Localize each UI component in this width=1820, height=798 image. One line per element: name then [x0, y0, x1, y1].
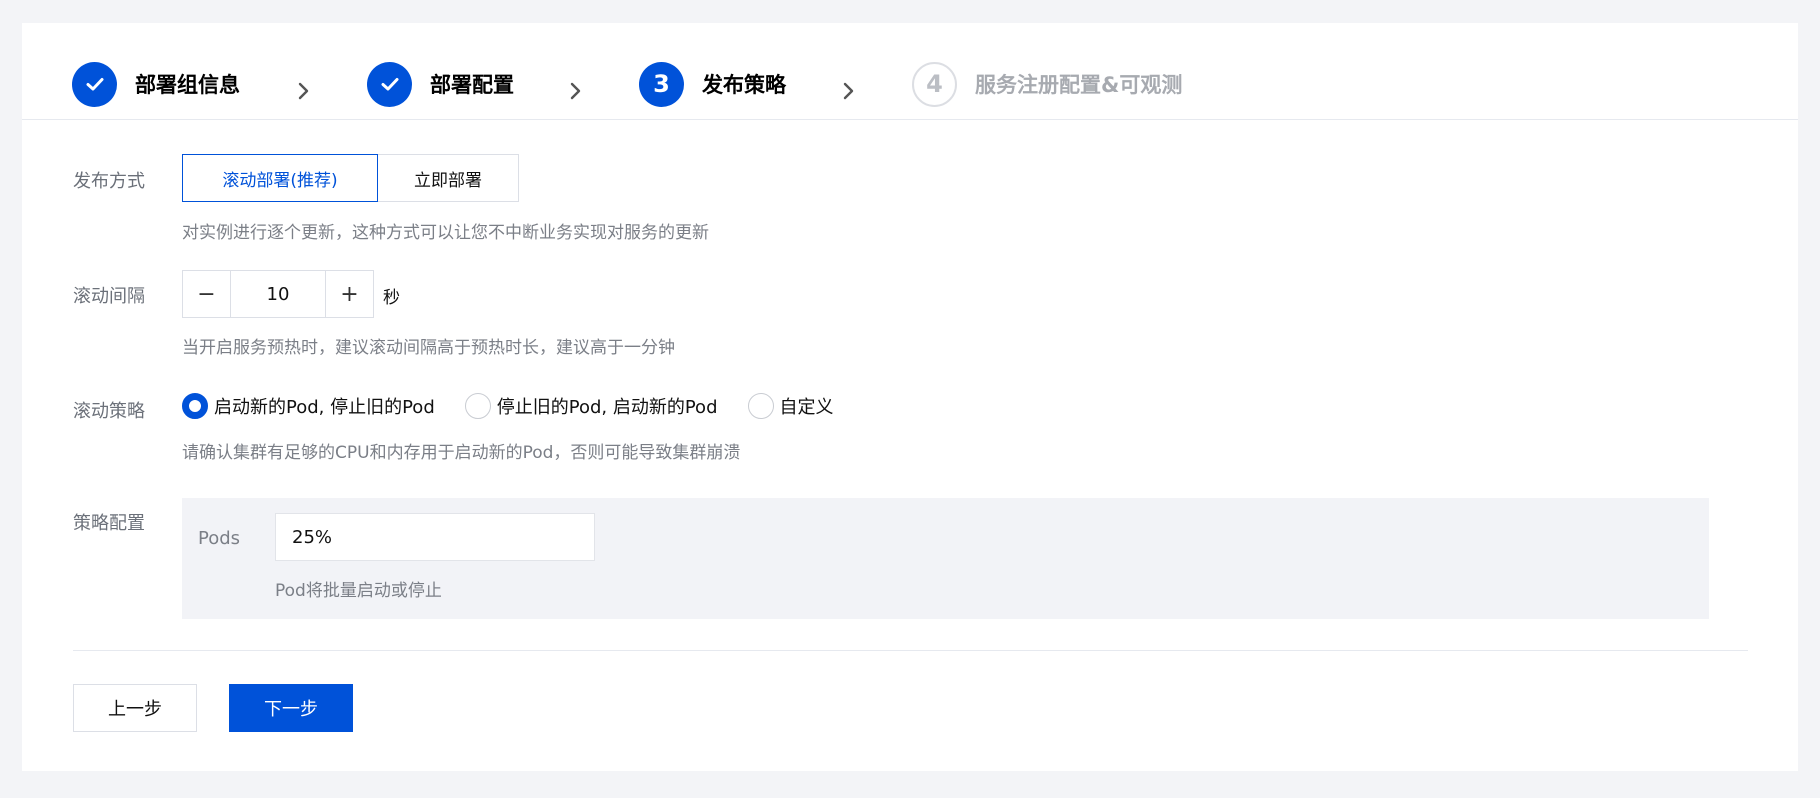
- step-1[interactable]: 部署组信息: [72, 61, 240, 107]
- chevron-right-icon: [570, 82, 581, 100]
- interval-unit: 秒: [383, 288, 400, 308]
- radio-unchecked-icon: [747, 393, 774, 419]
- decrement-button[interactable]: −: [183, 271, 231, 317]
- strategy-config-panel: Pods Pod将批量启动或停止: [182, 498, 1709, 619]
- chevron-right-icon: [298, 82, 309, 100]
- pods-input[interactable]: [275, 513, 595, 561]
- step-label: 发布策略: [702, 73, 786, 97]
- step-number: 4: [912, 61, 957, 107]
- step-2[interactable]: 部署配置: [367, 61, 514, 107]
- check-icon: [367, 61, 412, 107]
- deploy-mode-help: 对实例进行逐个更新，这种方式可以让您不中断业务实现对服务的更新: [182, 223, 709, 243]
- rolling-deploy-option[interactable]: 滚动部署(推荐): [182, 154, 378, 202]
- interval-input[interactable]: [231, 271, 325, 317]
- next-button[interactable]: 下一步: [229, 684, 353, 732]
- radio-label: 启动新的Pod, 停止旧的Pod: [214, 397, 435, 418]
- divider: [73, 650, 1748, 651]
- strategy-help: 请确认集群有足够的CPU和内存用于启动新的Pod，否则可能导致集群崩溃: [182, 443, 741, 463]
- step-3[interactable]: 3 发布策略: [639, 61, 786, 107]
- wizard-card: 部署组信息 部署配置 3 发布策略 4 服务注册配置&可观测 发布方式 滚动部署…: [22, 23, 1798, 771]
- config-label: 策略配置: [73, 513, 145, 534]
- chevron-right-icon: [843, 82, 854, 100]
- radio-start-new-first[interactable]: 启动新的Pod, 停止旧的Pod: [182, 393, 435, 419]
- radio-label: 停止旧的Pod, 启动新的Pod: [496, 397, 718, 418]
- radio-stop-old-first[interactable]: 停止旧的Pod, 启动新的Pod: [464, 393, 718, 419]
- check-icon: [72, 61, 117, 107]
- strategy-label: 滚动策略: [73, 401, 145, 422]
- radio-unchecked-icon: [464, 393, 491, 419]
- strategy-radio-group: 启动新的Pod, 停止旧的Pod 停止旧的Pod, 启动新的Pod 自定义: [182, 393, 864, 419]
- pods-label: Pods: [198, 528, 241, 549]
- step-label: 服务注册配置&可观测: [975, 73, 1183, 97]
- step-4[interactable]: 4 服务注册配置&可观测: [912, 61, 1182, 107]
- instant-deploy-option[interactable]: 立即部署: [378, 154, 519, 202]
- deploy-mode-segmented: 滚动部署(推荐) 立即部署: [182, 154, 519, 202]
- step-number: 3: [639, 61, 684, 107]
- interval-label: 滚动间隔: [73, 286, 145, 307]
- steps-bar: 部署组信息 部署配置 3 发布策略 4 服务注册配置&可观测: [22, 23, 1798, 120]
- prev-button[interactable]: 上一步: [73, 684, 197, 732]
- step-label: 部署配置: [430, 73, 514, 97]
- increment-button[interactable]: +: [325, 271, 373, 317]
- interval-stepper: − +: [182, 270, 374, 318]
- pods-help: Pod将批量启动或停止: [275, 581, 442, 601]
- step-label: 部署组信息: [135, 73, 240, 97]
- radio-checked-icon: [182, 393, 208, 419]
- radio-label: 自定义: [779, 397, 834, 418]
- interval-help: 当开启服务预热时，建议滚动间隔高于预热时长，建议高于一分钟: [182, 338, 675, 358]
- radio-custom[interactable]: 自定义: [747, 393, 834, 419]
- deploy-mode-label: 发布方式: [73, 171, 145, 192]
